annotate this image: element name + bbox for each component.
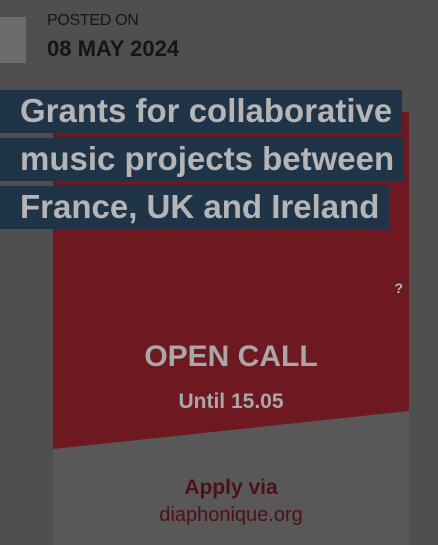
poster-website: diaphonique.org: [159, 504, 303, 526]
post-title[interactable]: Grants for collaborative music projects …: [0, 87, 420, 231]
poster-deadline: Until 15.05: [178, 390, 284, 413]
poster-cta: Apply via: [184, 476, 278, 499]
poster-question-mark: ?: [394, 280, 403, 296]
poster-headline: OPEN CALL: [144, 340, 318, 373]
post-date-block: POSTED ON 08 MAY 2024: [0, 0, 438, 84]
posted-on-label: POSTED ON: [47, 12, 139, 29]
post-title-text[interactable]: Grants for collaborative music projects …: [0, 90, 405, 229]
post-date: 08 MAY 2024: [47, 36, 180, 61]
date-accent-bar: [0, 17, 26, 63]
